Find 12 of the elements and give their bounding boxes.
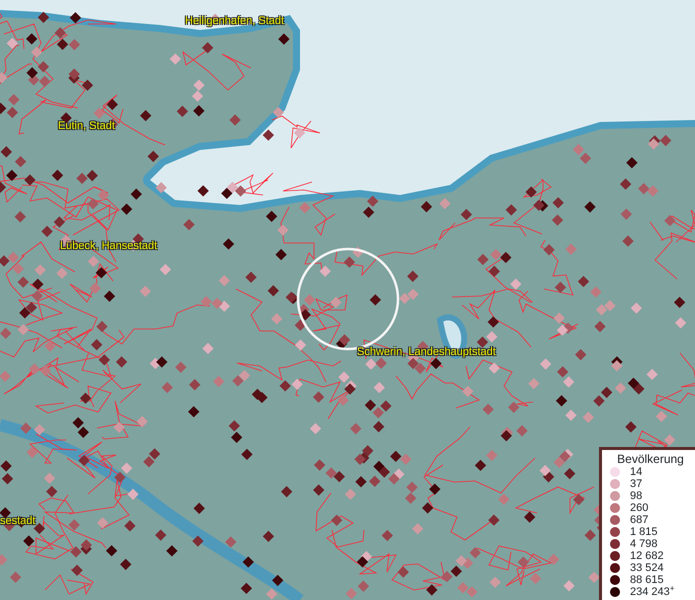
legend-label: 33 524 — [630, 562, 664, 574]
legend-label: 1 815 — [630, 526, 658, 538]
legend-label: 12 682 — [630, 550, 664, 562]
legend-label: 37 — [630, 478, 642, 490]
legend-label: 260 — [630, 502, 648, 514]
legend-label: 14 — [630, 466, 642, 478]
legend-title: Bevölkerung — [616, 452, 685, 466]
legend-label: 98 — [630, 490, 642, 502]
legend-label: 4 798 — [630, 538, 658, 550]
legend-label: 88 615 — [630, 574, 664, 586]
legend-label: 687 — [630, 514, 648, 526]
legend-label: 234 243$^{+}$ — [630, 586, 675, 598]
